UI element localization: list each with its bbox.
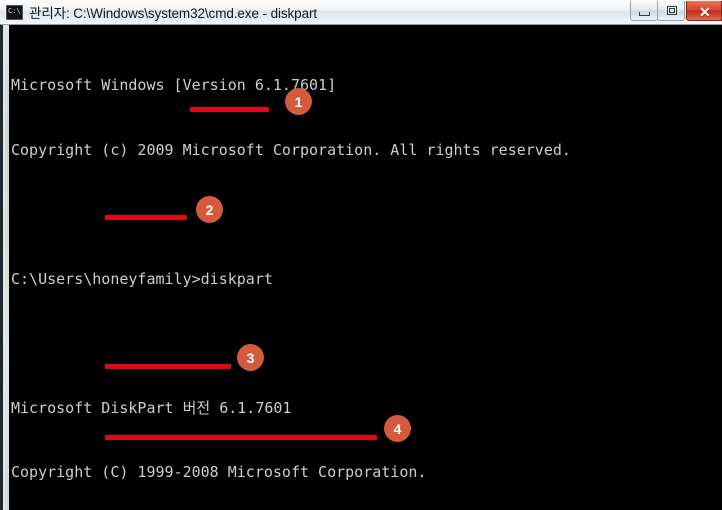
console-line: Copyright (c) 2009 Microsoft Corporation… <box>11 140 571 159</box>
close-button[interactable]: ✕ <box>686 1 722 21</box>
maximize-icon <box>667 6 677 15</box>
window-titlebar[interactable]: 관리자: C:\Windows\system32\cmd.exe - diskp… <box>0 0 722 25</box>
minimize-icon <box>639 12 650 16</box>
maximize-button[interactable] <box>657 1 685 21</box>
window-title: 관리자: C:\Windows\system32\cmd.exe - diskp… <box>29 6 318 21</box>
console-line: Copyright (C) 1999-2008 Microsoft Corpor… <box>11 463 427 481</box>
minimize-button[interactable] <box>630 1 658 21</box>
cmd-console-icon <box>6 4 23 20</box>
titlebar-left-group: 관리자: C:\Windows\system32\cmd.exe - diskp… <box>6 0 317 24</box>
cmd-window: 관리자: C:\Windows\system32\cmd.exe - diskp… <box>0 0 722 510</box>
window-controls: ✕ <box>630 1 722 22</box>
console-line: Microsoft Windows [Version 6.1.7601] <box>11 76 337 94</box>
close-icon: ✕ <box>699 4 711 20</box>
console-command-diskpart: C:\Users\honeyfamily>diskpart <box>11 269 273 288</box>
console-output[interactable]: Microsoft Windows [Version 6.1.7601] Cop… <box>9 26 722 510</box>
window-frame-left-shadow <box>0 25 3 510</box>
console-line: Microsoft DiskPart 버전 6.1.7601 <box>11 398 292 417</box>
